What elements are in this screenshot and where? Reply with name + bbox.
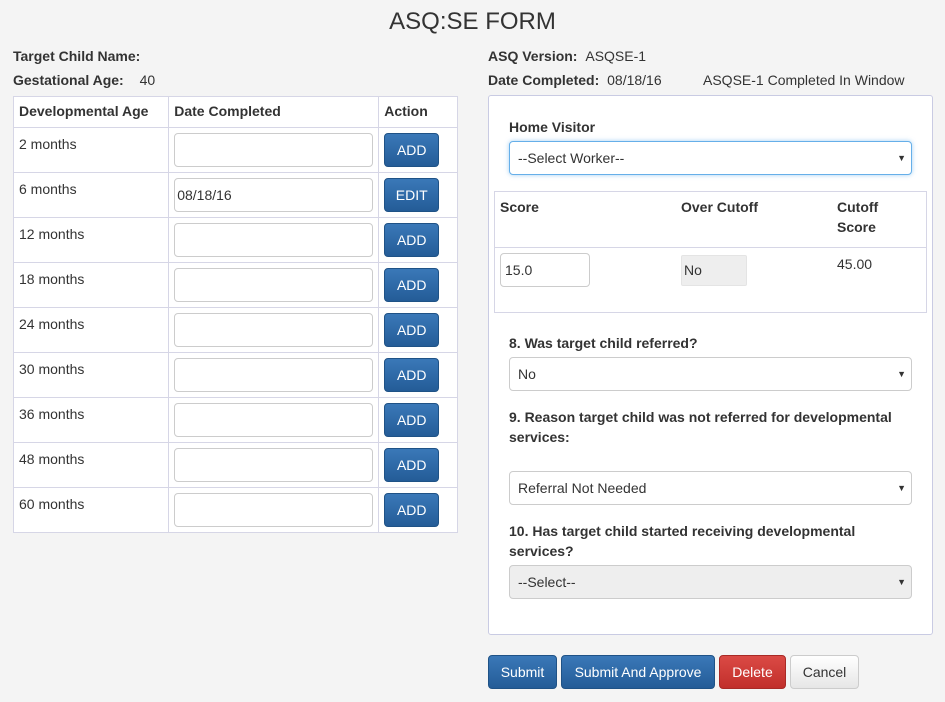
- table-header-row: Developmental Age Date Completed Action: [12, 96, 458, 128]
- cutoff-score-header-line1: Cutoff: [837, 199, 879, 215]
- cutoff-score-header: Cutoff Score: [837, 197, 878, 237]
- q10-label-line1: 10. Has target child started receiving d…: [509, 523, 856, 539]
- window-status: ASQSE-1 Completed In Window: [703, 72, 905, 88]
- age-cell: 12 months: [12, 217, 170, 263]
- header-action: Action: [378, 96, 458, 128]
- cutoff-score-header-line2: Score: [837, 219, 876, 235]
- table-row: 2 months ADD: [12, 127, 458, 173]
- score-table: Score Over Cutoff Cutoff Score No 45.00: [494, 191, 927, 313]
- add-button[interactable]: ADD: [384, 223, 440, 257]
- chevron-down-icon: ▼: [897, 153, 906, 163]
- cancel-button[interactable]: Cancel: [790, 655, 859, 689]
- header-date-completed: Date Completed: [168, 96, 380, 128]
- add-button[interactable]: ADD: [384, 493, 440, 527]
- table-row: 18 months ADD: [12, 262, 458, 308]
- chevron-down-icon: ▼: [897, 369, 906, 379]
- date-completed-input[interactable]: [174, 178, 374, 212]
- date-completed-label: Date Completed:: [488, 72, 600, 88]
- date-completed-input[interactable]: [174, 358, 374, 392]
- header-developmental-age: Developmental Age: [12, 96, 170, 128]
- add-button[interactable]: ADD: [384, 403, 440, 437]
- gestational-age-value: 40: [139, 72, 156, 88]
- submit-button[interactable]: Submit: [488, 655, 557, 689]
- add-button[interactable]: ADD: [384, 268, 440, 302]
- cutoff-score-value: 45.00: [837, 256, 873, 272]
- age-cell: 24 months: [12, 307, 170, 353]
- asq-version-value: ASQSE-1: [585, 48, 647, 64]
- over-cutoff-value: No: [681, 255, 747, 286]
- date-completed-input[interactable]: [174, 448, 374, 482]
- not-referred-reason-value: Referral Not Needed: [518, 480, 647, 496]
- chevron-down-icon: ▼: [897, 577, 906, 587]
- edit-button[interactable]: EDIT: [384, 178, 440, 212]
- delete-button[interactable]: Delete: [719, 655, 786, 689]
- table-row: 48 months ADD: [12, 442, 458, 488]
- date-completed-input[interactable]: [174, 223, 374, 257]
- receiving-services-select[interactable]: --Select-- ▼: [509, 565, 912, 599]
- q9-label: 9. Reason target child was not referred …: [509, 407, 892, 447]
- table-row: 24 months ADD: [12, 307, 458, 353]
- date-completed-input[interactable]: [174, 313, 374, 347]
- score-divider: [495, 247, 926, 248]
- asq-version-info: ASQ Version: ASQSE-1: [488, 48, 646, 64]
- age-cell: 18 months: [12, 262, 170, 308]
- page-title: ASQ:SE FORM: [389, 8, 556, 35]
- date-completed-input[interactable]: [174, 133, 374, 167]
- q9-label-line2: services:: [509, 429, 570, 445]
- asq-form-panel: Home Visitor --Select Worker-- ▼ Score O…: [488, 95, 933, 635]
- date-completed-info: Date Completed: 08/18/16: [488, 72, 662, 88]
- age-cell: 36 months: [12, 397, 170, 443]
- add-button[interactable]: ADD: [384, 313, 440, 347]
- table-row: 36 months ADD: [12, 397, 458, 443]
- target-child-label: Target Child Name:: [13, 48, 141, 64]
- date-completed-input[interactable]: [174, 403, 374, 437]
- gestational-age-info: Gestational Age: 40: [13, 72, 155, 88]
- add-button[interactable]: ADD: [384, 448, 440, 482]
- table-row: 30 months ADD: [12, 352, 458, 398]
- q9-label-line1: 9. Reason target child was not referred …: [509, 409, 892, 425]
- age-cell: 6 months: [12, 172, 170, 218]
- age-cell: 48 months: [12, 442, 170, 488]
- not-referred-reason-select[interactable]: Referral Not Needed ▼: [509, 471, 912, 505]
- score-input[interactable]: [500, 253, 590, 287]
- date-completed-input[interactable]: [174, 268, 374, 302]
- add-button[interactable]: ADD: [384, 358, 440, 392]
- date-completed-value: 08/18/16: [607, 72, 662, 88]
- child-referred-select[interactable]: No ▼: [509, 357, 912, 391]
- developmental-age-table: Developmental Age Date Completed Action …: [12, 96, 458, 533]
- add-button[interactable]: ADD: [384, 133, 440, 167]
- table-row: 12 months ADD: [12, 217, 458, 263]
- score-header: Score: [500, 199, 539, 215]
- age-cell: 2 months: [12, 127, 170, 173]
- home-visitor-select[interactable]: --Select Worker-- ▼: [509, 141, 912, 175]
- home-visitor-label: Home Visitor: [509, 119, 596, 135]
- asq-version-label: ASQ Version:: [488, 48, 578, 64]
- target-child-info: Target Child Name:: [13, 48, 144, 64]
- age-cell: 60 months: [12, 487, 170, 533]
- home-visitor-value: --Select Worker--: [518, 150, 625, 166]
- submit-and-approve-button[interactable]: Submit And Approve: [561, 655, 715, 689]
- q10-label: 10. Has target child started receiving d…: [509, 521, 855, 561]
- q8-label: 8. Was target child referred?: [509, 335, 698, 351]
- child-referred-value: No: [518, 366, 536, 382]
- receiving-services-value: --Select--: [518, 574, 576, 590]
- over-cutoff-header: Over Cutoff: [681, 199, 758, 215]
- chevron-down-icon: ▼: [897, 483, 906, 493]
- gestational-age-label: Gestational Age:: [13, 72, 124, 88]
- age-cell: 30 months: [12, 352, 170, 398]
- date-completed-input[interactable]: [174, 493, 374, 527]
- q10-label-line2: services?: [509, 543, 574, 559]
- table-row: 60 months ADD: [12, 487, 458, 533]
- table-row: 6 months EDIT: [12, 172, 458, 218]
